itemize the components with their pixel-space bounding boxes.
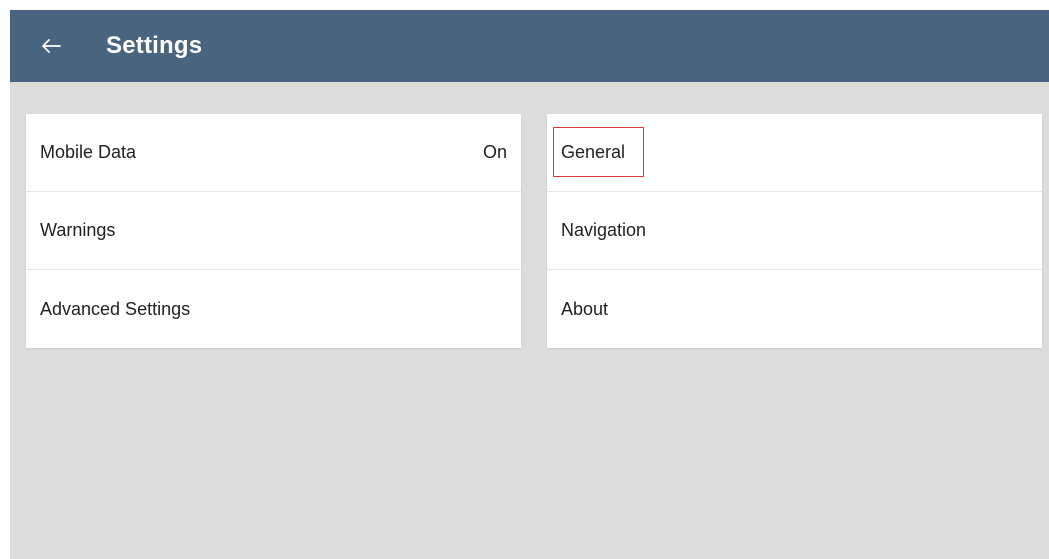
list-item-label: About — [561, 298, 609, 319]
list-item-label: Advanced Settings — [40, 298, 191, 319]
list-item-about[interactable]: About — [547, 270, 1042, 348]
settings-card-left: Mobile Data On Warnings Advanced Setting… — [26, 114, 521, 348]
app-bar: Settings — [10, 10, 1049, 82]
arrow-left-icon — [42, 39, 61, 53]
list-item-label: Navigation — [561, 220, 647, 240]
list-item-navigation[interactable]: Navigation — [547, 192, 1042, 270]
list-item-mobile-data[interactable]: Mobile Data On — [26, 114, 521, 192]
list-item-general[interactable]: General — [547, 114, 1042, 192]
list-item-warnings[interactable]: Warnings — [26, 192, 521, 270]
list-item-label: Mobile Data — [40, 142, 137, 162]
back-button[interactable] — [36, 31, 66, 61]
mobile-data-status: On — [482, 142, 507, 162]
list-item-label: Warnings — [40, 220, 116, 240]
settings-screen: Settings Mobile Data On Warnings Advance… — [10, 10, 1049, 559]
list-item-label: General — [561, 142, 626, 162]
page-title: Settings — [106, 32, 203, 59]
settings-card-right: General Navigation About — [547, 114, 1042, 348]
list-item-advanced-settings[interactable]: Advanced Settings — [26, 270, 521, 348]
